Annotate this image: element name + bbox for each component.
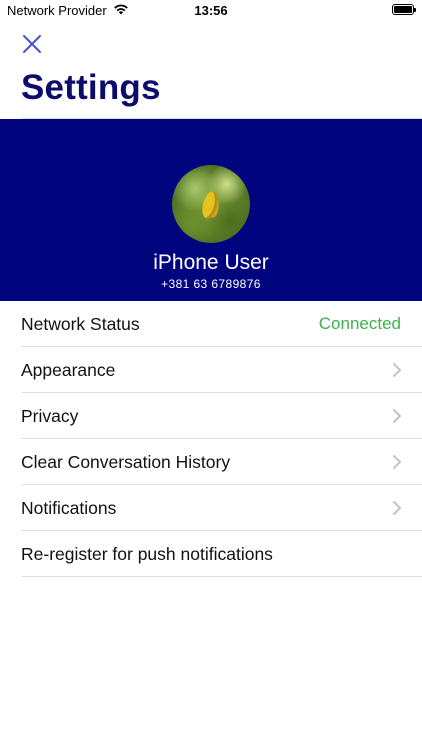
settings-list: Network Status Connected Appearance Priv… bbox=[0, 301, 422, 577]
settings-item-label: Network Status bbox=[21, 313, 140, 334]
settings-item-label: Re-register for push notifications bbox=[21, 543, 273, 564]
settings-item-privacy[interactable]: Privacy bbox=[0, 393, 422, 439]
settings-item-clear-conversation-history[interactable]: Clear Conversation History bbox=[0, 439, 422, 485]
settings-item-reregister-push[interactable]: Re-register for push notifications bbox=[0, 531, 422, 577]
status-time: 13:56 bbox=[194, 3, 228, 18]
page-title: Settings bbox=[21, 68, 161, 107]
settings-item-appearance[interactable]: Appearance bbox=[0, 347, 422, 393]
status-bar: Network Provider 13:56 bbox=[0, 0, 422, 22]
settings-item-label: Appearance bbox=[21, 359, 116, 380]
settings-screen: Network Provider 13:56 Settings iPhone U… bbox=[0, 0, 422, 750]
settings-item-network-status[interactable]: Network Status Connected bbox=[0, 301, 422, 347]
avatar[interactable] bbox=[172, 165, 250, 243]
profile-name: iPhone User bbox=[153, 251, 269, 274]
profile-phone: +381 63 6789876 bbox=[161, 277, 261, 291]
close-icon bbox=[23, 35, 41, 53]
chevron-right-icon bbox=[393, 363, 401, 377]
settings-item-notifications[interactable]: Notifications bbox=[0, 485, 422, 531]
chevron-right-icon bbox=[393, 409, 401, 423]
battery-icon bbox=[392, 4, 416, 15]
chevron-right-icon bbox=[393, 501, 401, 515]
avatar-leaf bbox=[199, 189, 221, 221]
settings-item-label: Notifications bbox=[21, 497, 117, 518]
network-status-value: Connected bbox=[318, 314, 401, 333]
settings-item-label: Privacy bbox=[21, 405, 79, 426]
settings-item-label: Clear Conversation History bbox=[21, 451, 231, 472]
chevron-right-icon bbox=[393, 455, 401, 469]
close-button[interactable] bbox=[20, 32, 44, 56]
profile-header: iPhone User +381 63 6789876 bbox=[0, 119, 422, 301]
